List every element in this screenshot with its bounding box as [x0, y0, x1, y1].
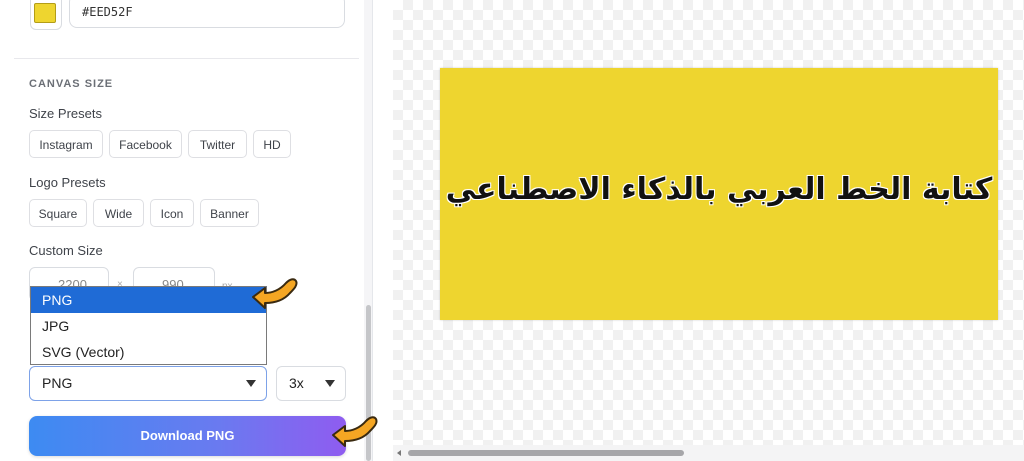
preset-facebook-button[interactable]: Facebook — [109, 130, 182, 158]
size-presets-label: Size Presets — [29, 106, 102, 121]
canvas-size-title: CANVAS SIZE — [29, 78, 114, 90]
preset-instagram-button[interactable]: Instagram — [29, 130, 103, 158]
hex-color-input[interactable]: #EED52F — [69, 0, 345, 28]
format-option-svg[interactable]: SVG (Vector) — [31, 339, 266, 365]
format-dropdown-list: PNG JPG SVG (Vector) — [30, 286, 267, 365]
horizontal-scrollbar-thumb[interactable] — [408, 450, 684, 456]
section-divider — [14, 58, 359, 59]
format-option-jpg[interactable]: JPG — [31, 313, 266, 339]
format-select[interactable]: PNG — [29, 366, 267, 401]
logo-icon-button[interactable]: Icon — [150, 199, 194, 227]
chevron-down-icon — [325, 380, 335, 387]
custom-size-label: Custom Size — [29, 243, 103, 258]
logo-presets-label: Logo Presets — [29, 175, 106, 190]
format-option-png[interactable]: PNG — [31, 287, 266, 313]
color-swatch — [34, 3, 56, 23]
scale-select[interactable]: 3x — [276, 366, 346, 401]
format-select-value: PNG — [42, 375, 73, 391]
preset-twitter-button[interactable]: Twitter — [188, 130, 247, 158]
logo-wide-button[interactable]: Wide — [93, 199, 144, 227]
chevron-down-icon — [246, 380, 256, 387]
logo-banner-button[interactable]: Banner — [200, 199, 259, 227]
design-canvas[interactable]: كتابة الخط العربي بالذكاء الاصطناعي — [440, 68, 998, 320]
scale-select-value: 3x — [289, 375, 304, 391]
calligraphy-text: كتابة الخط العربي بالذكاء الاصطناعي — [445, 172, 993, 207]
hand-pointer-icon — [332, 416, 378, 447]
logo-square-button[interactable]: Square — [29, 199, 87, 227]
scroll-left-icon[interactable] — [397, 450, 401, 456]
download-button[interactable]: Download PNG — [29, 416, 346, 456]
preset-hd-button[interactable]: HD — [253, 130, 291, 158]
hand-pointer-icon — [252, 278, 298, 309]
settings-sidebar: #EED52F CANVAS SIZE Size Presets Instagr… — [0, 0, 373, 461]
